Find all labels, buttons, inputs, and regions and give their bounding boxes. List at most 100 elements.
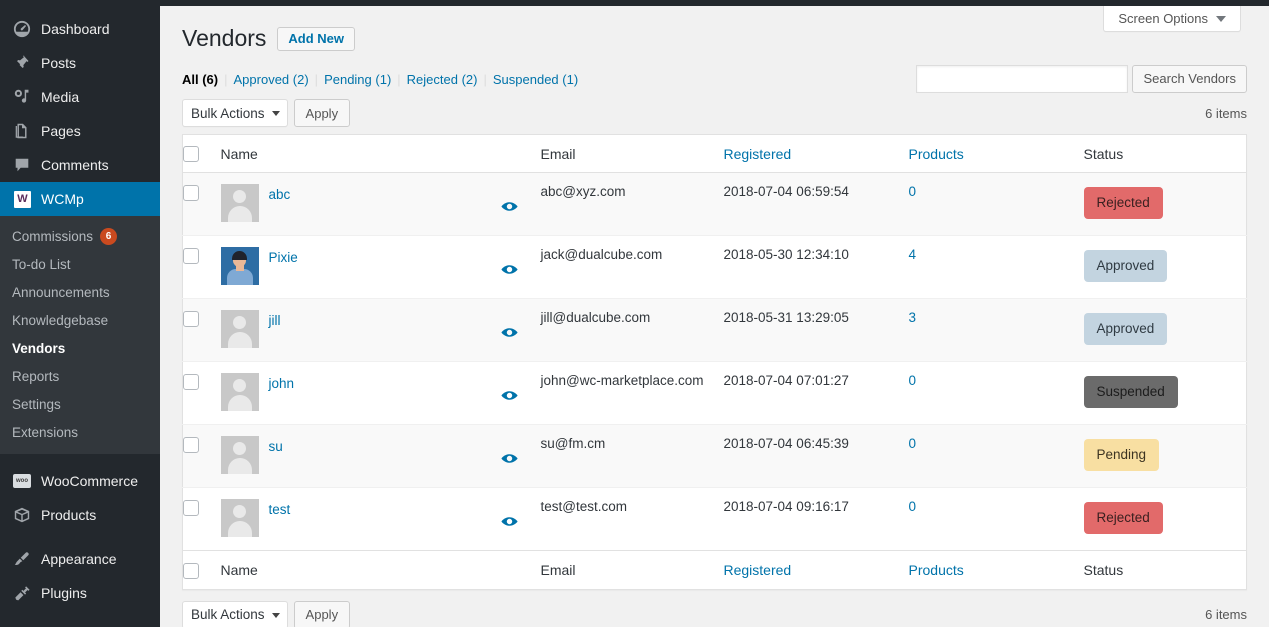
vendor-name-link[interactable]: jill xyxy=(269,310,281,331)
screen-options-button[interactable]: Screen Options xyxy=(1103,6,1241,32)
pin-icon xyxy=(12,53,32,73)
filter-rejected: Rejected (2) | xyxy=(407,72,493,87)
visibility-eye-icon[interactable] xyxy=(500,184,518,215)
row-name-cell: su xyxy=(220,424,501,488)
sidebar-item-label: Posts xyxy=(41,55,77,71)
filter-link[interactable]: Rejected (2) xyxy=(407,72,478,87)
sidebar-item-appearance[interactable]: Appearance xyxy=(0,542,160,576)
table-header-row: Name Email Registered Products Status xyxy=(182,134,1247,174)
visibility-eye-icon[interactable] xyxy=(500,436,518,467)
products-count-link[interactable]: 0 xyxy=(909,499,917,514)
products-count-link[interactable]: 0 xyxy=(909,373,917,388)
sidebar-subitem-label: Commissions xyxy=(12,228,94,244)
select-all-checkbox-top[interactable] xyxy=(183,146,199,163)
column-header-view xyxy=(500,134,541,174)
sidebar-subitem-commissions[interactable]: Commissions 6 xyxy=(0,222,160,250)
row-checkbox[interactable] xyxy=(183,499,199,516)
select-all-footer xyxy=(182,550,221,590)
row-checkbox[interactable] xyxy=(183,184,199,201)
table-foot: Name Email Registered Products Status xyxy=(182,550,1247,590)
page-wrap: Vendors Add New Search Vendors All (6) | … xyxy=(160,6,1269,627)
sort-registered-link-bottom[interactable]: Registered xyxy=(724,562,792,578)
sidebar-item-label: Products xyxy=(41,507,97,523)
select-all-checkbox-bottom[interactable] xyxy=(183,562,199,579)
filter-link[interactable]: Pending (1) xyxy=(324,72,391,87)
vendor-name-link[interactable]: john xyxy=(269,373,295,394)
apply-button-top[interactable]: Apply xyxy=(293,99,351,127)
products-count-link[interactable]: 0 xyxy=(909,436,917,451)
sidebar-item-label: WooCommerce xyxy=(41,473,138,489)
status-badge[interactable]: Suspended xyxy=(1083,376,1178,409)
bulk-actions-select-top[interactable]: Bulk Actions xyxy=(182,99,288,127)
sidebar-item-dashboard[interactable]: Dashboard xyxy=(0,12,160,46)
status-badge[interactable]: Pending xyxy=(1083,439,1160,472)
sidebar-subitem-reports[interactable]: Reports xyxy=(0,362,160,390)
products-count-link[interactable]: 0 xyxy=(909,184,917,199)
sidebar-subitem-announcements[interactable]: Announcements xyxy=(0,278,160,306)
add-new-button[interactable]: Add New xyxy=(277,27,356,51)
row-checkbox[interactable] xyxy=(183,247,199,264)
sidebar-item-media[interactable]: Media xyxy=(0,80,160,114)
table-head: Name Email Registered Products Status xyxy=(182,134,1247,174)
apply-button-bottom[interactable]: Apply xyxy=(293,600,351,627)
row-view-cell xyxy=(500,424,541,488)
vendor-name-link[interactable]: Pixie xyxy=(269,247,298,268)
sidebar-subitem-settings[interactable]: Settings xyxy=(0,390,160,418)
status-badge[interactable]: Rejected xyxy=(1083,502,1163,535)
filter-link[interactable]: Approved (2) xyxy=(234,72,309,87)
status-badge[interactable]: Approved xyxy=(1083,313,1168,346)
filter-link[interactable]: Suspended (1) xyxy=(493,72,578,87)
sidebar-subitem-label: Knowledgebase xyxy=(12,312,109,328)
sort-registered-link[interactable]: Registered xyxy=(724,146,792,162)
sidebar-subitem-label: Vendors xyxy=(12,340,66,356)
row-email-cell: test@test.com xyxy=(540,487,724,551)
row-view-cell xyxy=(500,172,541,236)
sidebar-item-products[interactable]: Products xyxy=(0,498,160,532)
status-badge[interactable]: Approved xyxy=(1083,250,1168,283)
row-registered-cell: 2018-07-04 07:01:27 xyxy=(723,361,909,425)
row-checkbox[interactable] xyxy=(183,310,199,327)
column-footer-email: Email xyxy=(540,550,724,590)
visibility-eye-icon[interactable] xyxy=(500,310,518,341)
bulk-actions-select-bottom[interactable]: Bulk Actions xyxy=(182,600,288,627)
visibility-eye-icon[interactable] xyxy=(500,499,518,530)
row-checkbox-cell xyxy=(182,361,221,425)
filter-suspended: Suspended (1) xyxy=(493,72,578,87)
products-count-link[interactable]: 4 xyxy=(909,247,917,262)
sidebar-item-posts[interactable]: Posts xyxy=(0,46,160,80)
avatar xyxy=(220,310,259,349)
search-vendors-button[interactable]: Search Vendors xyxy=(1132,65,1247,93)
bulk-actions-label: Bulk Actions xyxy=(191,105,265,121)
sort-products-link-bottom[interactable]: Products xyxy=(909,562,964,578)
visibility-eye-icon[interactable] xyxy=(500,247,518,278)
vendor-name-link[interactable]: su xyxy=(269,436,283,457)
sidebar-subitem-knowledgebase[interactable]: Knowledgebase xyxy=(0,306,160,334)
column-footer-status: Status xyxy=(1083,550,1247,590)
row-checkbox[interactable] xyxy=(183,436,199,453)
filter-link[interactable]: All (6) xyxy=(182,72,218,87)
row-checkbox[interactable] xyxy=(183,373,199,390)
sidebar-item-plugins[interactable]: Plugins xyxy=(0,576,160,610)
sidebar-subitem-todo-list[interactable]: To-do List xyxy=(0,250,160,278)
search-input[interactable] xyxy=(916,65,1129,93)
row-registered-cell: 2018-07-04 06:45:39 xyxy=(723,424,909,488)
sidebar-item-label: Pages xyxy=(41,123,81,139)
comment-icon xyxy=(12,155,32,175)
row-registered-cell: 2018-07-04 06:59:54 xyxy=(723,172,909,236)
sidebar-subitem-extensions[interactable]: Extensions xyxy=(0,418,160,446)
column-header-status: Status xyxy=(1083,134,1247,174)
sort-products-link[interactable]: Products xyxy=(909,146,964,162)
sidebar-item-woocommerce[interactable]: woo WooCommerce xyxy=(0,464,160,498)
status-badge[interactable]: Rejected xyxy=(1083,187,1163,220)
vendor-name-link[interactable]: abc xyxy=(269,184,291,205)
sidebar-item-comments[interactable]: Comments xyxy=(0,148,160,182)
sidebar-subitem-vendors[interactable]: Vendors xyxy=(0,334,160,362)
page-title: Vendors xyxy=(182,25,267,51)
tablenav-bottom: Bulk Actions Apply 6 items xyxy=(182,598,1247,627)
sidebar-item-pages[interactable]: Pages xyxy=(0,114,160,148)
sidebar-item-wcmp[interactable]: W WCMp xyxy=(0,182,168,216)
visibility-eye-icon[interactable] xyxy=(500,373,518,404)
filter-pending: Pending (1) | xyxy=(324,72,407,87)
vendor-name-link[interactable]: test xyxy=(269,499,291,520)
products-count-link[interactable]: 3 xyxy=(909,310,917,325)
